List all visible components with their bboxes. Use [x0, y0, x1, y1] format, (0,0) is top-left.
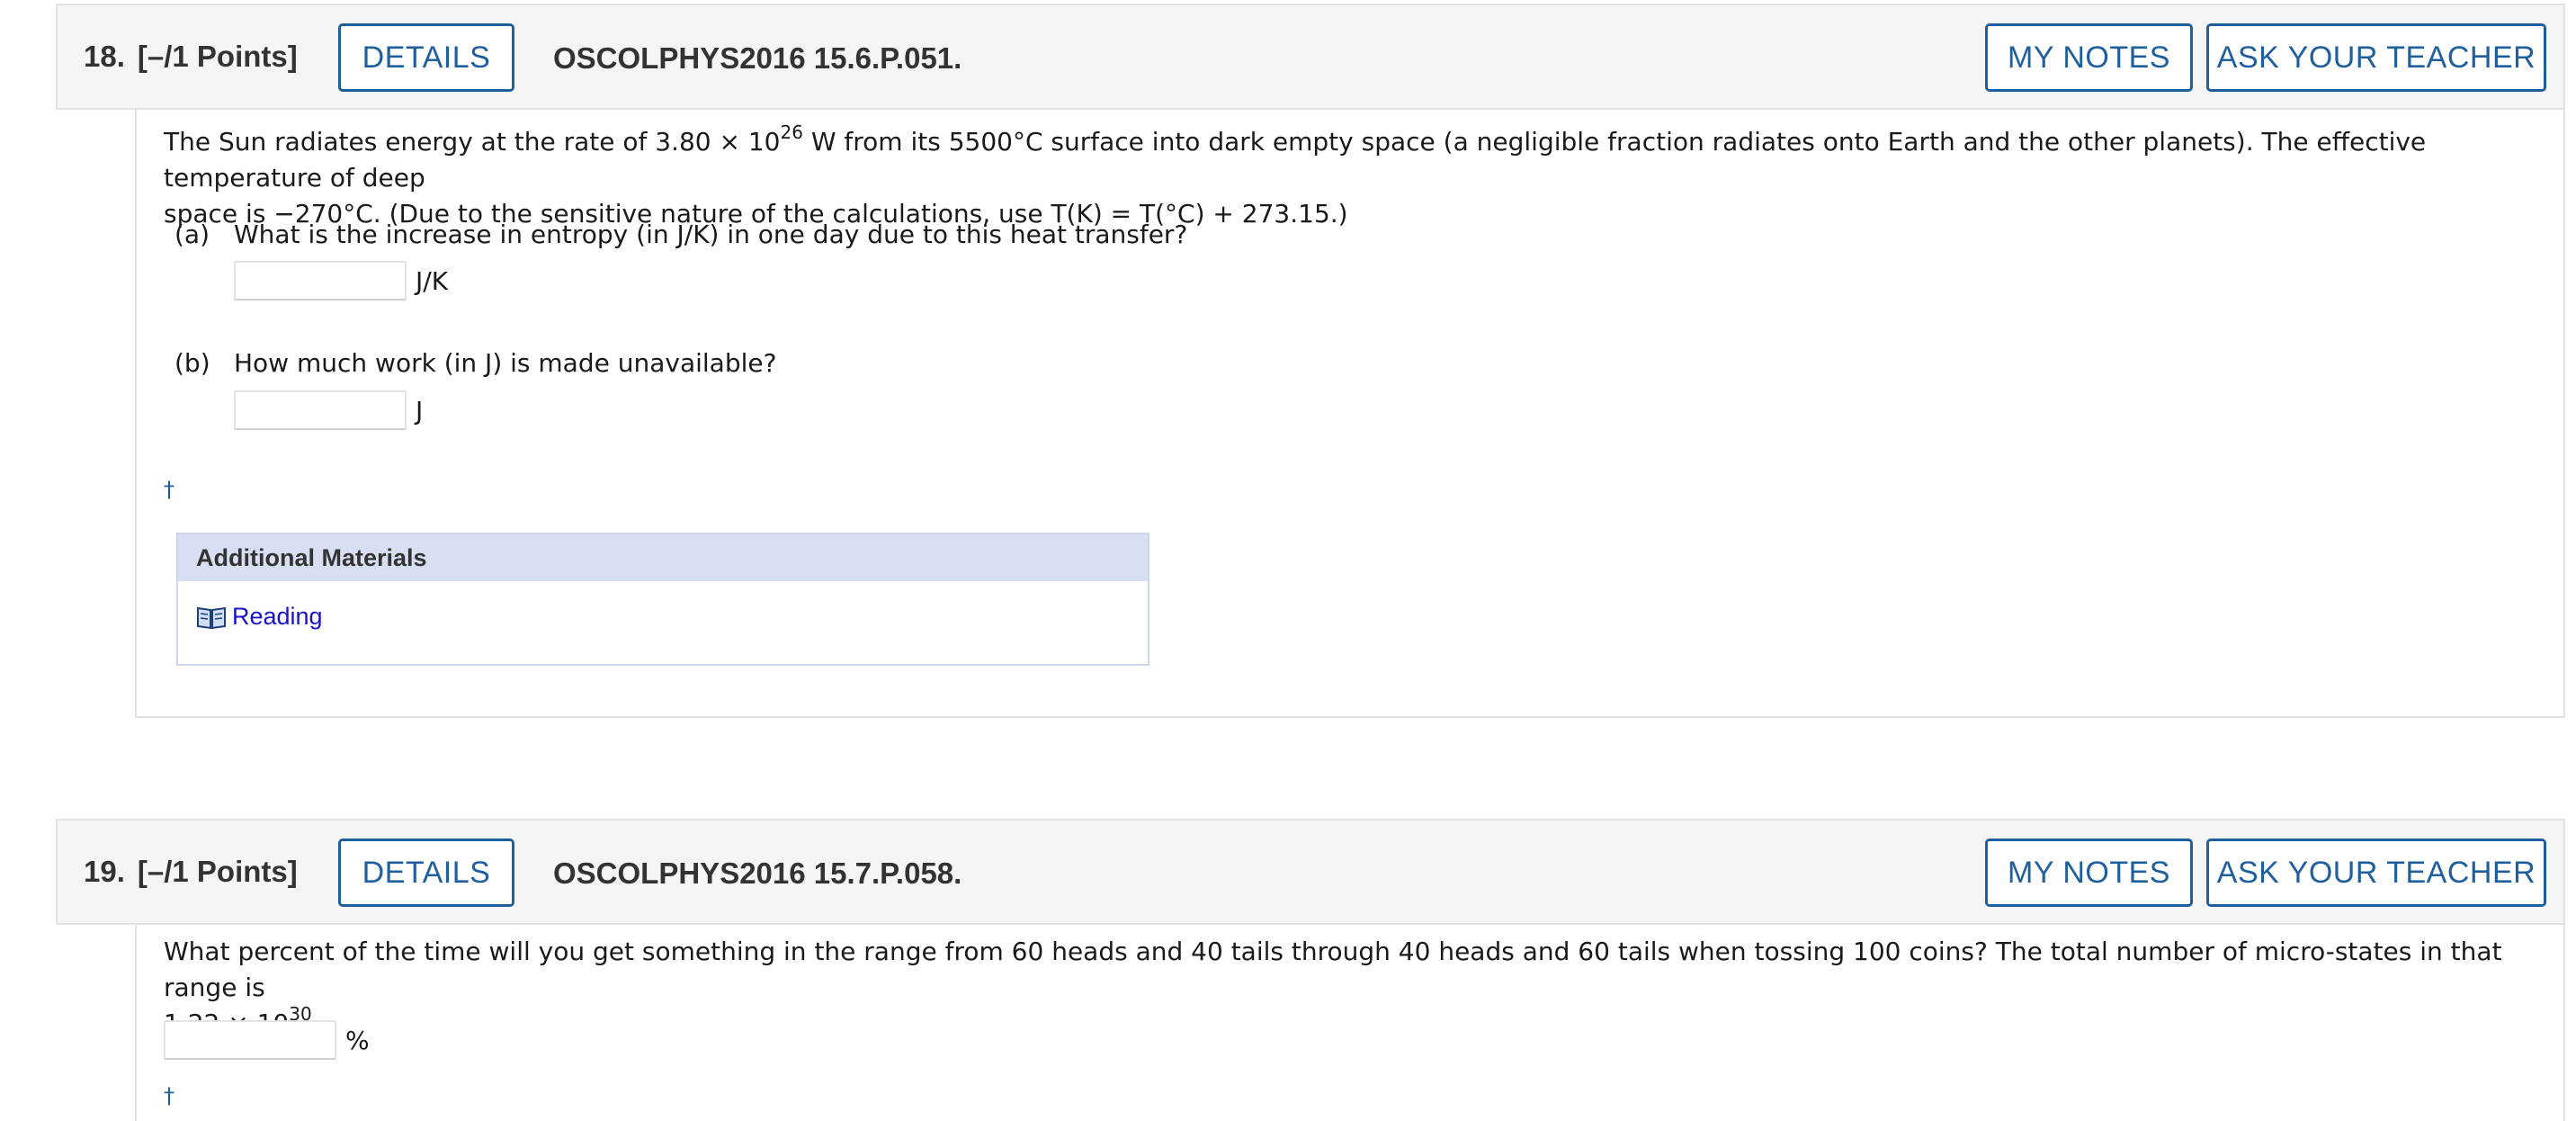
part-a-unit: J/K	[416, 266, 449, 296]
dagger-link[interactable]: †	[164, 477, 174, 502]
question-18-body: The Sun radiates energy at the rate of 3…	[135, 110, 2565, 718]
my-notes-button[interactable]: MY NOTES	[1985, 23, 2193, 92]
question-number: 18. [–/1 Points]	[84, 40, 298, 73]
part-b-question: How much work (in J) is made unavailable…	[234, 348, 777, 378]
part-b-unit: J	[416, 396, 424, 426]
part-a-answer-input[interactable]	[234, 261, 407, 300]
question-19-header: 19. [–/1 Points] DETAILS OSCOLPHYS2016 15…	[56, 819, 2565, 925]
percent-answer-input[interactable]	[164, 1020, 336, 1060]
question-number: 19. [–/1 Points]	[84, 855, 298, 888]
percent-unit: %	[345, 1026, 370, 1055]
question-code: OSCOLPHYS2016 15.6.P.051.	[553, 41, 962, 75]
question-text: The Sun radiates energy at the rate of 3…	[164, 121, 2427, 229]
part-a-label: (a)	[174, 220, 210, 249]
part-b-label: (b)	[174, 348, 210, 378]
points-label: [–/1 Points]	[137, 855, 298, 888]
dagger-link[interactable]: †	[164, 1083, 174, 1108]
part-a-question: What is the increase in entropy (in J/K)…	[234, 220, 1188, 249]
question-18-header: 18. [–/1 Points] DETAILS OSCOLPHYS2016 15…	[56, 4, 2565, 110]
book-icon	[197, 606, 226, 629]
part-b-answer-input[interactable]	[234, 390, 407, 430]
question-code: OSCOLPHYS2016 15.7.P.058.	[553, 856, 962, 890]
additional-materials-panel: Additional Materials Reading	[176, 533, 1149, 666]
details-button[interactable]: DETAILS	[338, 23, 514, 92]
my-notes-button[interactable]: MY NOTES	[1985, 839, 2193, 907]
ask-your-teacher-button[interactable]: ASK YOUR TEACHER	[2206, 23, 2546, 92]
reading-link-label[interactable]: Reading	[232, 603, 323, 631]
reading-link[interactable]: Reading	[196, 603, 323, 631]
additional-materials-title: Additional Materials	[178, 534, 1148, 581]
ask-your-teacher-button[interactable]: ASK YOUR TEACHER	[2206, 839, 2546, 907]
question-19-body: What percent of the time will you get so…	[135, 925, 2565, 1121]
details-button[interactable]: DETAILS	[338, 839, 514, 907]
question-text: What percent of the time will you get so…	[164, 937, 2502, 1038]
points-label: [–/1 Points]	[137, 40, 298, 73]
